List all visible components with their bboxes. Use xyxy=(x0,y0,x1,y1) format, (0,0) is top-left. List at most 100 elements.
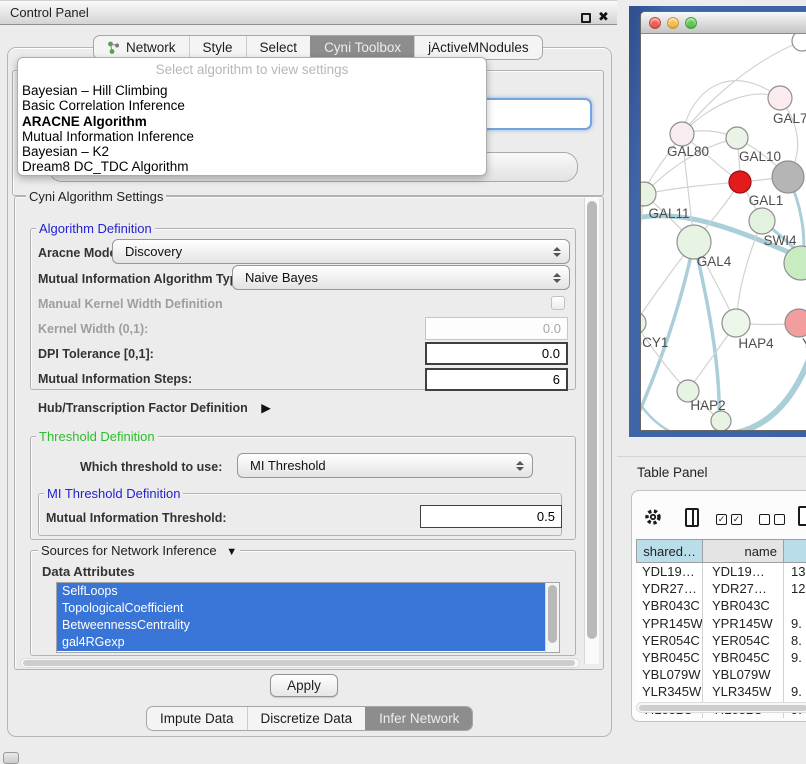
tab-jactivemnodules[interactable]: jActiveMNodules xyxy=(414,36,542,59)
settings-horizontal-scrollbar[interactable] xyxy=(20,658,580,668)
mi-type-combo[interactable]: Naive Bayes xyxy=(232,265,570,290)
bottom-tab-discretize-data[interactable]: Discretize Data xyxy=(247,707,366,730)
mi-threshold-input[interactable]: 0.5 xyxy=(420,505,562,528)
deselect-all-checkbox-icon[interactable] xyxy=(774,514,785,525)
table-cell[interactable]: YBR043C xyxy=(703,597,784,614)
table-row[interactable]: YPR145WYPR145W9. xyxy=(636,615,806,632)
kernel-width-input[interactable]: 0.0 xyxy=(425,317,568,340)
network-node[interactable] xyxy=(729,171,751,193)
which-threshold-combo[interactable]: MI Threshold xyxy=(237,453,533,478)
network-node[interactable] xyxy=(792,34,806,51)
apply-button[interactable]: Apply xyxy=(270,674,338,697)
split-view-icon[interactable] xyxy=(685,508,699,527)
table-row[interactable]: YBL079WYBL079W xyxy=(636,666,806,683)
mi-steps-input[interactable]: 6 xyxy=(425,368,568,391)
deselect-all-checkbox-icon[interactable] xyxy=(759,514,770,525)
attribute-item-selected[interactable]: TopologicalCoefficient xyxy=(57,600,545,617)
table-row[interactable]: YBR045CYBR045C9. xyxy=(636,649,806,666)
bottom-tab-impute-data[interactable]: Impute Data xyxy=(147,707,247,730)
scrollbar-thumb[interactable] xyxy=(548,585,557,643)
gear-icon[interactable] xyxy=(644,508,662,526)
zoom-traffic-light-icon[interactable] xyxy=(685,17,697,29)
scrollbar-thumb[interactable] xyxy=(587,201,597,639)
table-row[interactable]: YDR27…YDR27…12. xyxy=(636,580,806,597)
dpi-tolerance-input[interactable]: 0.0 xyxy=(425,342,568,365)
table-cell[interactable] xyxy=(784,597,806,614)
collapsed-panel-icon[interactable] xyxy=(3,752,19,764)
column-header-shared[interactable]: shared… xyxy=(636,539,703,563)
float-window-icon[interactable] xyxy=(581,13,591,23)
table-cell[interactable]: YBR043C xyxy=(636,597,703,614)
table-cell[interactable] xyxy=(784,666,806,683)
table-icon[interactable] xyxy=(798,506,806,526)
algorithm-option[interactable]: ARACNE Algorithm xyxy=(18,114,486,129)
table-row[interactable]: YLR345WYLR345W9. xyxy=(636,683,806,700)
attribute-item-selected[interactable]: gal4RGexp xyxy=(57,634,545,651)
attributes-vertical-scrollbar[interactable] xyxy=(545,583,559,652)
expand-right-icon[interactable]: ▶ xyxy=(261,401,271,415)
minimize-traffic-light-icon[interactable] xyxy=(667,17,679,29)
table-cell[interactable]: 9. xyxy=(784,683,806,700)
network-node[interactable] xyxy=(670,122,694,146)
network-node[interactable] xyxy=(722,309,750,337)
network-node[interactable] xyxy=(785,309,806,337)
select-all-checkbox-icon[interactable]: ✓ xyxy=(716,514,727,525)
tab-select[interactable]: Select xyxy=(246,36,311,59)
table-cell[interactable]: YPR145W xyxy=(636,615,703,632)
table-cell[interactable]: 12. xyxy=(784,580,806,597)
network-view-window[interactable]: GAL7GAL80GAL10GAL1GAL11SWI4GAL4GCY1HAP4Y… xyxy=(640,11,806,431)
algorithm-option[interactable]: Bayesian – K2 xyxy=(18,144,486,159)
table-row[interactable]: YBR043CYBR043C xyxy=(636,597,806,614)
settings-vertical-scrollbar[interactable] xyxy=(584,198,599,664)
algorithm-option[interactable]: Bayesian – Hill Climbing xyxy=(18,83,486,98)
table-cell[interactable]: 8. xyxy=(784,632,806,649)
table-cell[interactable]: YBR045C xyxy=(636,649,703,666)
table-row[interactable]: YER054CYER054C8. xyxy=(636,632,806,649)
table-cell[interactable]: YLR345W xyxy=(636,683,703,700)
algorithm-option[interactable]: Dream8 DC_TDC Algorithm xyxy=(18,159,486,174)
tab-network[interactable]: Network xyxy=(94,36,189,59)
table-cell[interactable]: 9. xyxy=(784,615,806,632)
tab-cyni-toolbox[interactable]: Cyni Toolbox xyxy=(310,36,414,59)
table-cell[interactable]: YPR145W xyxy=(703,615,784,632)
manual-kernel-checkbox[interactable] xyxy=(551,296,565,310)
scrollbar-thumb[interactable] xyxy=(23,660,575,666)
attribute-item-selected[interactable]: BetweennessCentrality xyxy=(57,617,545,634)
table-cell[interactable]: YBL079W xyxy=(703,666,784,683)
table-cell[interactable]: 13. xyxy=(784,563,806,580)
attribute-item-selected[interactable]: SelfLoops xyxy=(57,583,545,600)
collapse-down-icon[interactable]: ▼ xyxy=(226,546,237,558)
network-node[interactable] xyxy=(711,411,731,430)
network-canvas[interactable]: GAL7GAL80GAL10GAL1GAL11SWI4GAL4GCY1HAP4Y… xyxy=(641,34,806,430)
algorithm-option[interactable]: Basic Correlation Inference xyxy=(18,98,486,113)
table-cell[interactable]: YLR345W xyxy=(703,683,784,700)
table-cell[interactable]: 9. xyxy=(784,649,806,666)
network-node[interactable] xyxy=(772,161,804,193)
select-all-checkbox-icon[interactable]: ✓ xyxy=(731,514,742,525)
close-icon[interactable]: ✖ xyxy=(598,9,609,25)
network-node[interactable] xyxy=(726,127,748,149)
table-cell[interactable]: YDL19… xyxy=(636,563,703,580)
column-header-a[interactable]: A xyxy=(784,539,806,563)
algorithm-option[interactable]: Mutual Information Inference xyxy=(18,129,486,144)
network-node[interactable] xyxy=(641,312,646,334)
aracne-mode-combo[interactable]: Discovery xyxy=(112,239,570,264)
table-cell[interactable]: YBL079W xyxy=(636,666,703,683)
tab-style[interactable]: Style xyxy=(189,36,246,59)
table-horizontal-scrollbar[interactable] xyxy=(636,702,806,713)
table-cell[interactable]: YBR045C xyxy=(703,649,784,666)
bottom-tab-infer-network[interactable]: Infer Network xyxy=(365,707,472,730)
table-row[interactable]: YDL19…YDL19…13. xyxy=(636,563,806,580)
column-header-name[interactable]: name xyxy=(703,539,784,563)
table-cell[interactable]: YER054C xyxy=(636,632,703,649)
table-cell[interactable]: YDR27… xyxy=(636,580,703,597)
network-node[interactable] xyxy=(768,86,792,110)
close-traffic-light-icon[interactable] xyxy=(649,17,661,29)
hub-definition-expander[interactable]: Hub/Transcription Factor Definition ▶ xyxy=(38,400,271,415)
table-cell[interactable]: YDL19… xyxy=(703,563,784,580)
scrollbar-thumb[interactable] xyxy=(639,705,806,712)
network-node[interactable] xyxy=(749,208,775,234)
table-cell[interactable]: YDR27… xyxy=(703,580,784,597)
table-cell[interactable]: YER054C xyxy=(703,632,784,649)
network-window-titlebar[interactable] xyxy=(641,12,806,34)
